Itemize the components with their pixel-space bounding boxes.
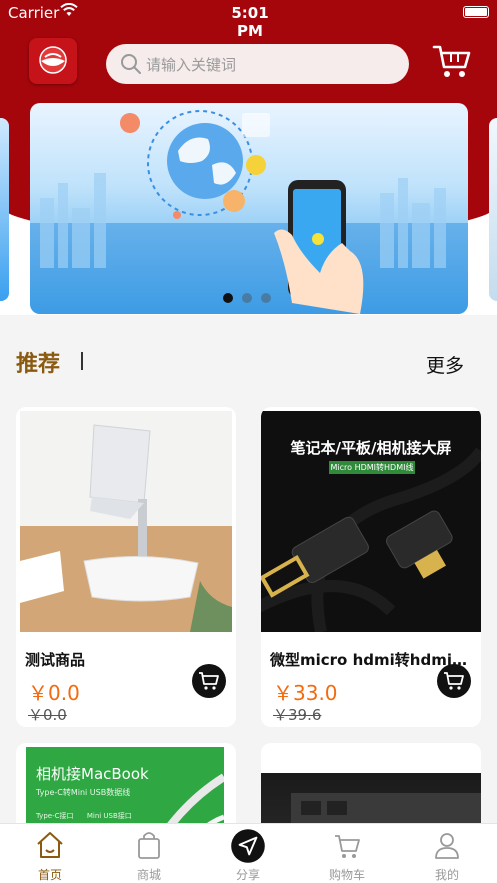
carousel-indicators — [223, 293, 271, 303]
product-image: 笔记本/平板/相机接大屏 Micro HDMI转HDMI线 — [261, 411, 481, 632]
more-link[interactable]: 更多 — [426, 351, 464, 378]
share-icon — [231, 829, 265, 863]
clock: 5:01 PM — [231, 4, 269, 40]
section-title: 推荐 — [16, 352, 61, 377]
section-divider — [81, 352, 83, 370]
tab-label: 首页 — [37, 868, 62, 882]
tab-bar: 首页 商城 分享 购物车 我的 — [0, 823, 497, 883]
carousel-next-peek[interactable] — [489, 118, 497, 301]
wifi-icon — [60, 3, 78, 16]
shopping-bag-icon — [138, 832, 160, 859]
tab-label: 商城 — [136, 868, 161, 882]
cart-icon — [444, 672, 464, 690]
search-placeholder: 请输入关键词 — [146, 56, 237, 74]
user-icon — [435, 833, 459, 859]
product-card[interactable]: 笔记本/平板/相机接大屏 Micro HDMI转HDMI线 微型micro hd… — [261, 407, 481, 727]
tab-label: 我的 — [434, 868, 459, 882]
product-image — [20, 411, 232, 632]
tab-home[interactable]: 首页 — [10, 824, 90, 883]
carousel-prev-peek[interactable] — [0, 118, 9, 301]
carousel-dot[interactable] — [261, 293, 271, 303]
tab-cart[interactable]: 购物车 — [307, 824, 387, 883]
banner-image — [30, 110, 468, 314]
carousel-dot[interactable] — [223, 293, 233, 303]
carrier-label: Carrier — [8, 4, 60, 22]
add-to-cart-button[interactable] — [437, 664, 471, 698]
cart-icon — [335, 835, 360, 858]
header-cart-icon[interactable] — [432, 43, 472, 79]
tab-label: 购物车 — [328, 868, 365, 882]
search-icon — [121, 54, 141, 74]
carousel-dot[interactable] — [242, 293, 252, 303]
add-to-cart-button[interactable] — [192, 664, 226, 698]
logo-icon — [39, 46, 67, 74]
tab-mall[interactable]: 商城 — [109, 824, 189, 883]
app-logo[interactable] — [29, 38, 77, 84]
product-price: ￥0.0 — [28, 681, 80, 705]
tab-label: 分享 — [235, 868, 260, 882]
search-bar[interactable]: 请输入关键词 — [106, 44, 409, 84]
product-price: ￥33.0 — [273, 681, 338, 705]
battery-icon — [463, 6, 489, 18]
product-original-price: ￥0.0 — [28, 706, 67, 724]
banner-carousel[interactable] — [30, 103, 468, 314]
tab-profile[interactable]: 我的 — [407, 824, 487, 883]
product-card[interactable]: 测试商品 ￥0.0 ￥0.0 — [16, 407, 236, 727]
home-icon — [37, 832, 63, 858]
product-original-price: ￥39.6 — [273, 706, 322, 724]
tab-share[interactable]: 分享 — [208, 824, 288, 883]
status-bar: Carrier 5:01 PM — [0, 0, 497, 40]
cart-icon — [199, 672, 219, 690]
